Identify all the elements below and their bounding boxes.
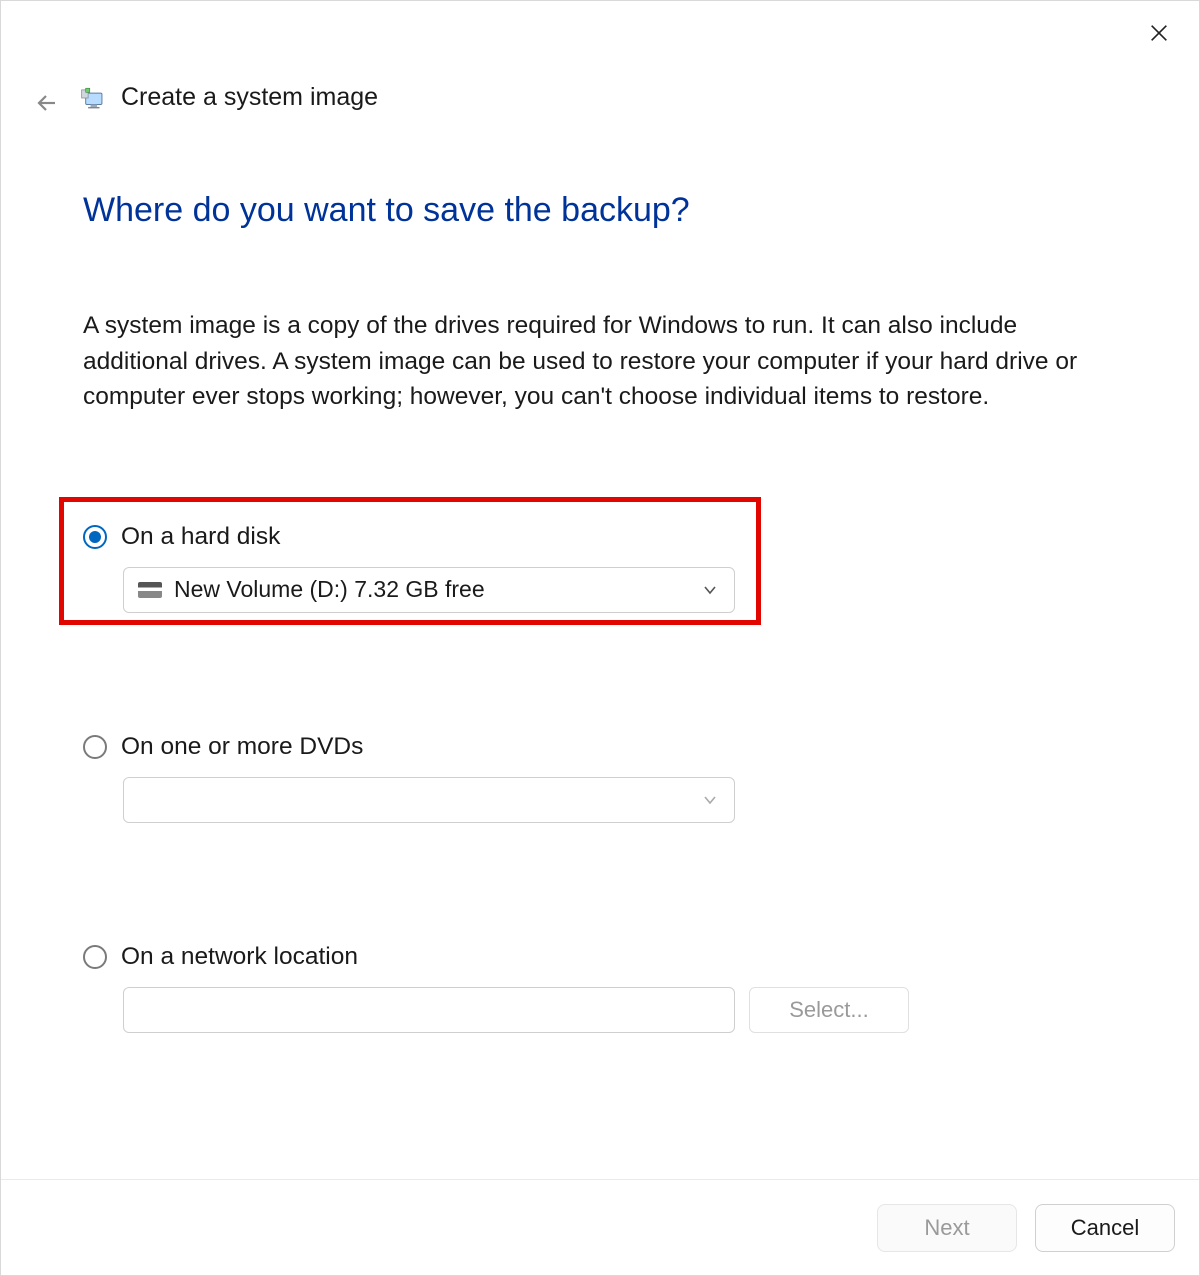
select-network-button[interactable]: Select... xyxy=(749,987,909,1033)
radio-network[interactable] xyxy=(83,945,107,969)
chevron-down-icon xyxy=(702,792,718,808)
option-hard-disk: On a hard disk New Volume (D:) 7.32 GB f… xyxy=(83,523,1117,613)
footer: Next Cancel xyxy=(1,1179,1199,1275)
dropdown-hard-disk-value: New Volume (D:) 7.32 GB free xyxy=(174,576,485,603)
chevron-down-icon xyxy=(702,582,718,598)
content-area: Where do you want to save the backup? A … xyxy=(83,191,1117,1033)
arrow-left-icon xyxy=(35,91,59,115)
close-button[interactable] xyxy=(1145,19,1173,47)
back-button[interactable] xyxy=(33,89,61,117)
option-network: On a network location Select... xyxy=(83,943,1117,1033)
option-dvds: On one or more DVDs xyxy=(83,733,1117,823)
main-description: A system image is a copy of the drives r… xyxy=(83,308,1083,415)
header-row: Create a system image xyxy=(79,83,378,112)
select-network-label: Select... xyxy=(789,997,868,1023)
cancel-button[interactable]: Cancel xyxy=(1035,1204,1175,1252)
main-heading: Where do you want to save the backup? xyxy=(83,191,1117,230)
drive-icon xyxy=(138,582,162,598)
option-label-dvds: On one or more DVDs xyxy=(121,733,363,761)
radio-hard-disk[interactable] xyxy=(83,525,107,549)
option-label-hard-disk: On a hard disk xyxy=(121,523,280,551)
cancel-button-label: Cancel xyxy=(1071,1215,1139,1241)
dropdown-dvds[interactable] xyxy=(123,777,735,823)
textbox-network-path[interactable] xyxy=(123,987,735,1033)
next-button-label: Next xyxy=(924,1215,969,1241)
system-image-icon xyxy=(79,84,107,112)
option-label-network: On a network location xyxy=(121,943,358,971)
close-icon xyxy=(1148,22,1170,44)
next-button[interactable]: Next xyxy=(877,1204,1017,1252)
dropdown-hard-disk[interactable]: New Volume (D:) 7.32 GB free xyxy=(123,567,735,613)
dialog-window: Create a system image Where do you want … xyxy=(0,0,1200,1276)
page-title: Create a system image xyxy=(121,83,378,112)
radio-dvds[interactable] xyxy=(83,735,107,759)
